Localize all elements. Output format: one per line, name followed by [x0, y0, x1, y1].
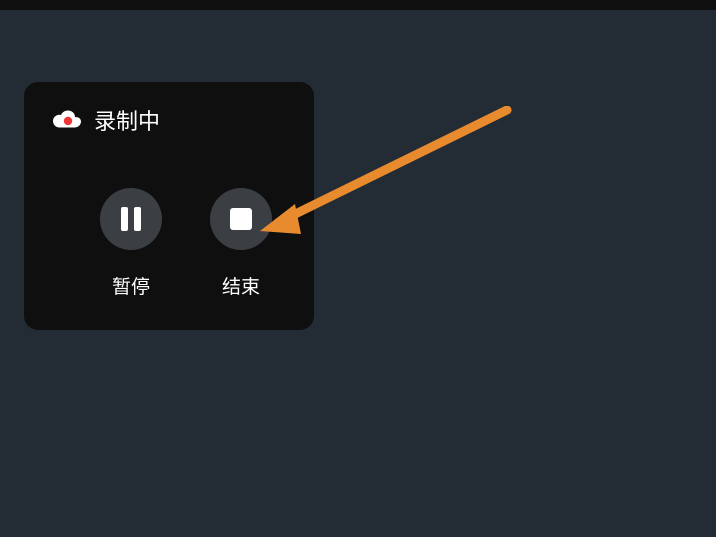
stop-icon: [230, 208, 252, 230]
top-bar: [0, 0, 716, 10]
panel-header: 录制中: [52, 104, 294, 136]
pause-button[interactable]: [100, 188, 162, 250]
controls-row: 暂停 结束: [100, 188, 294, 299]
stop-label: 结束: [222, 272, 260, 299]
stop-control-group: 结束: [210, 188, 272, 299]
recording-title: 录制中: [94, 104, 160, 136]
recording-panel: 录制中 暂停 结束: [24, 82, 314, 330]
stop-button[interactable]: [210, 188, 272, 250]
pause-control-group: 暂停: [100, 188, 162, 299]
pause-icon: [121, 207, 141, 231]
pause-label: 暂停: [112, 272, 150, 299]
cloud-recording-icon: [52, 110, 82, 130]
